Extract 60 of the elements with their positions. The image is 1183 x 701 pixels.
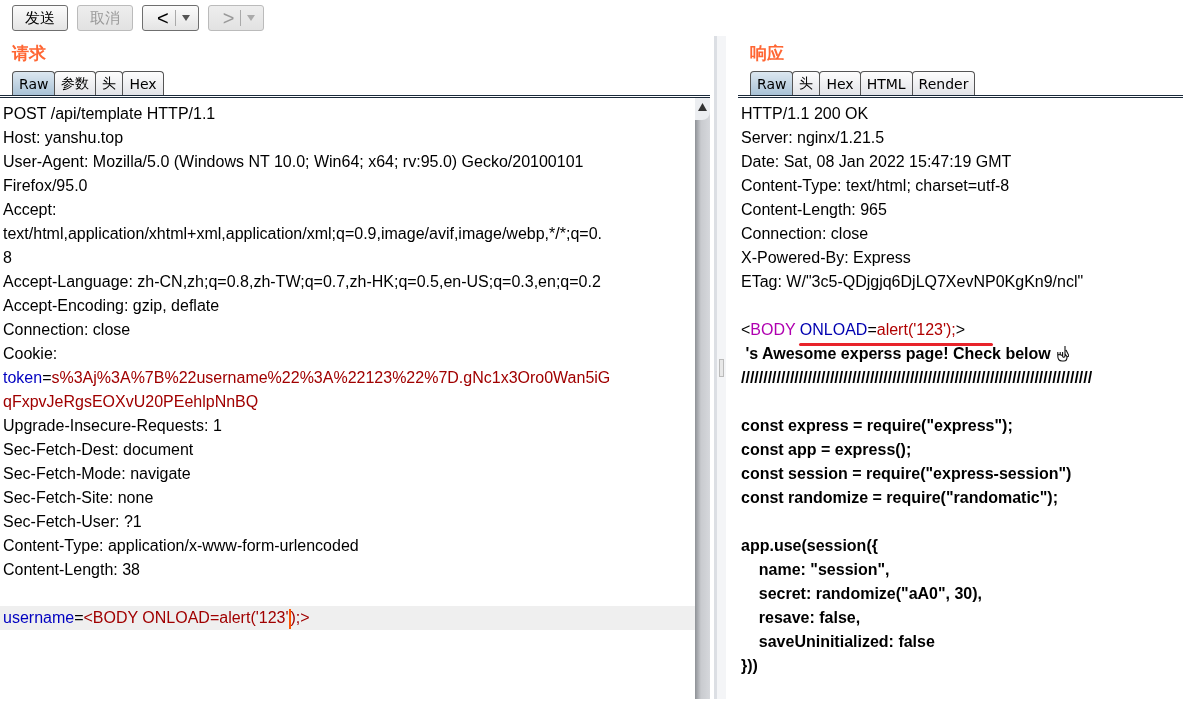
code-line: const express = require("express"); <box>741 417 1013 434</box>
tab[interactable]: Hex <box>819 71 861 95</box>
code-line: Date: Sat, 08 Jan 2022 15:47:19 GMT <box>741 153 1012 170</box>
tab[interactable]: 头 <box>792 71 821 95</box>
code-line: })) <box>741 657 758 674</box>
scroll-up-icon[interactable] <box>698 103 707 111</box>
code-line: /////////////////////////////////////////////////////////////////////////////// <box>741 369 1093 386</box>
tab[interactable]: 头 <box>95 71 124 95</box>
code-line: name: "session", <box>757 561 890 578</box>
code-line: Sec-Fetch-Site: none <box>3 489 154 506</box>
code-line: 's Awesome experss page! Check below <box>744 345 1052 362</box>
code-line: Sec-Fetch-Dest: document <box>3 441 194 458</box>
code-line: Accept-Language: zh-CN,zh;q=0.8,zh-TW;q=0.7,zh-HK;q=0.5,en-US;q=0.3,en;q=0.2 <box>3 273 601 290</box>
code-line: Content-Type: text/html; charset=utf-8 <box>741 177 1010 194</box>
caret-icon <box>247 15 256 21</box>
code-line: Sec-Fetch-User: ?1 <box>3 513 142 530</box>
code-line: resave: false, <box>757 609 861 626</box>
scrollbar[interactable] <box>695 98 710 699</box>
caret-icon <box>181 15 190 21</box>
code-line: HTTP/1.1 200 OK <box>741 105 869 122</box>
code-line: Host: yanshu.top <box>3 129 124 146</box>
code-line: POST /api/template HTTP/1.1 <box>3 105 216 122</box>
code-line: Connection: close <box>3 321 131 338</box>
tab[interactable]: Hex <box>122 71 164 95</box>
code-line: Content-Length: 38 <box>3 561 140 578</box>
code-line: Content-Length: 965 <box>741 201 887 218</box>
code-line: text/html,application/xhtml+xml,application/xml;q=0.9,image/avif,image/webp,*/*;q=0. <box>3 225 602 242</box>
code-line: <BODY ONLOAD=alert('123');> <box>741 318 966 342</box>
code-line: qFxpvJeRgsEOXvU20PEehlpNnBQ <box>3 393 259 410</box>
code-line: Cookie: <box>3 345 58 362</box>
tab[interactable]: HTML <box>859 71 913 95</box>
code-line: const session = require("express-session") <box>741 465 1072 482</box>
code-line: app.use(session({ <box>741 537 878 554</box>
code-line: Server: nginx/1.21.5 <box>741 129 885 146</box>
code-line: saveUninitialized: false <box>757 633 935 650</box>
text-cursor <box>288 608 291 629</box>
code-line: Sec-Fetch-Mode: navigate <box>3 465 191 482</box>
code-line: secret: randomize("aA0", 30), <box>757 585 983 602</box>
toolbar-button[interactable]: 发送 <box>12 5 68 31</box>
code-line: const app = express(); <box>741 441 912 458</box>
code-line: Accept: <box>3 201 57 218</box>
panel-title: 响应 <box>749 42 785 64</box>
splitter-handle[interactable] <box>714 36 726 699</box>
code-line: Firefox/95.0 <box>3 177 88 194</box>
code-line: Upgrade-Insecure-Requests: 1 <box>3 417 222 434</box>
panel-title: 请求 <box>10 42 47 64</box>
tab[interactable]: Render <box>911 71 976 95</box>
code-line: ETag: W/"3c5-QDjgjq6DjLQ7XevNP0KgKn9/ncl" <box>741 273 1084 290</box>
code-line: Content-Type: application/x-www-form-urlencoded <box>3 537 359 554</box>
history-nav-button[interactable]: < <box>142 5 199 31</box>
code-line: Accept-Encoding: gzip, deflate <box>3 297 220 314</box>
code-line: const randomize = require("randomatic"); <box>741 489 1058 506</box>
code-line: X-Powered-By: Express <box>741 249 911 266</box>
tab[interactable]: 参数 <box>54 71 97 95</box>
code-line: User-Agent: Mozilla/5.0 (Windows NT 10.0; Win64; x64; rv:95.0) Gecko/20100101 <box>3 153 584 170</box>
tab[interactable]: Raw <box>750 71 794 95</box>
code-line: 8 <box>3 249 12 266</box>
tab[interactable]: Raw <box>12 71 56 95</box>
code-line: token=s%3Aj%3A%7B%22username%22%3A%22123%22%7D.gNc1x3Oro0Wan5iG <box>3 369 611 386</box>
code-line: Connection: close <box>741 225 869 242</box>
